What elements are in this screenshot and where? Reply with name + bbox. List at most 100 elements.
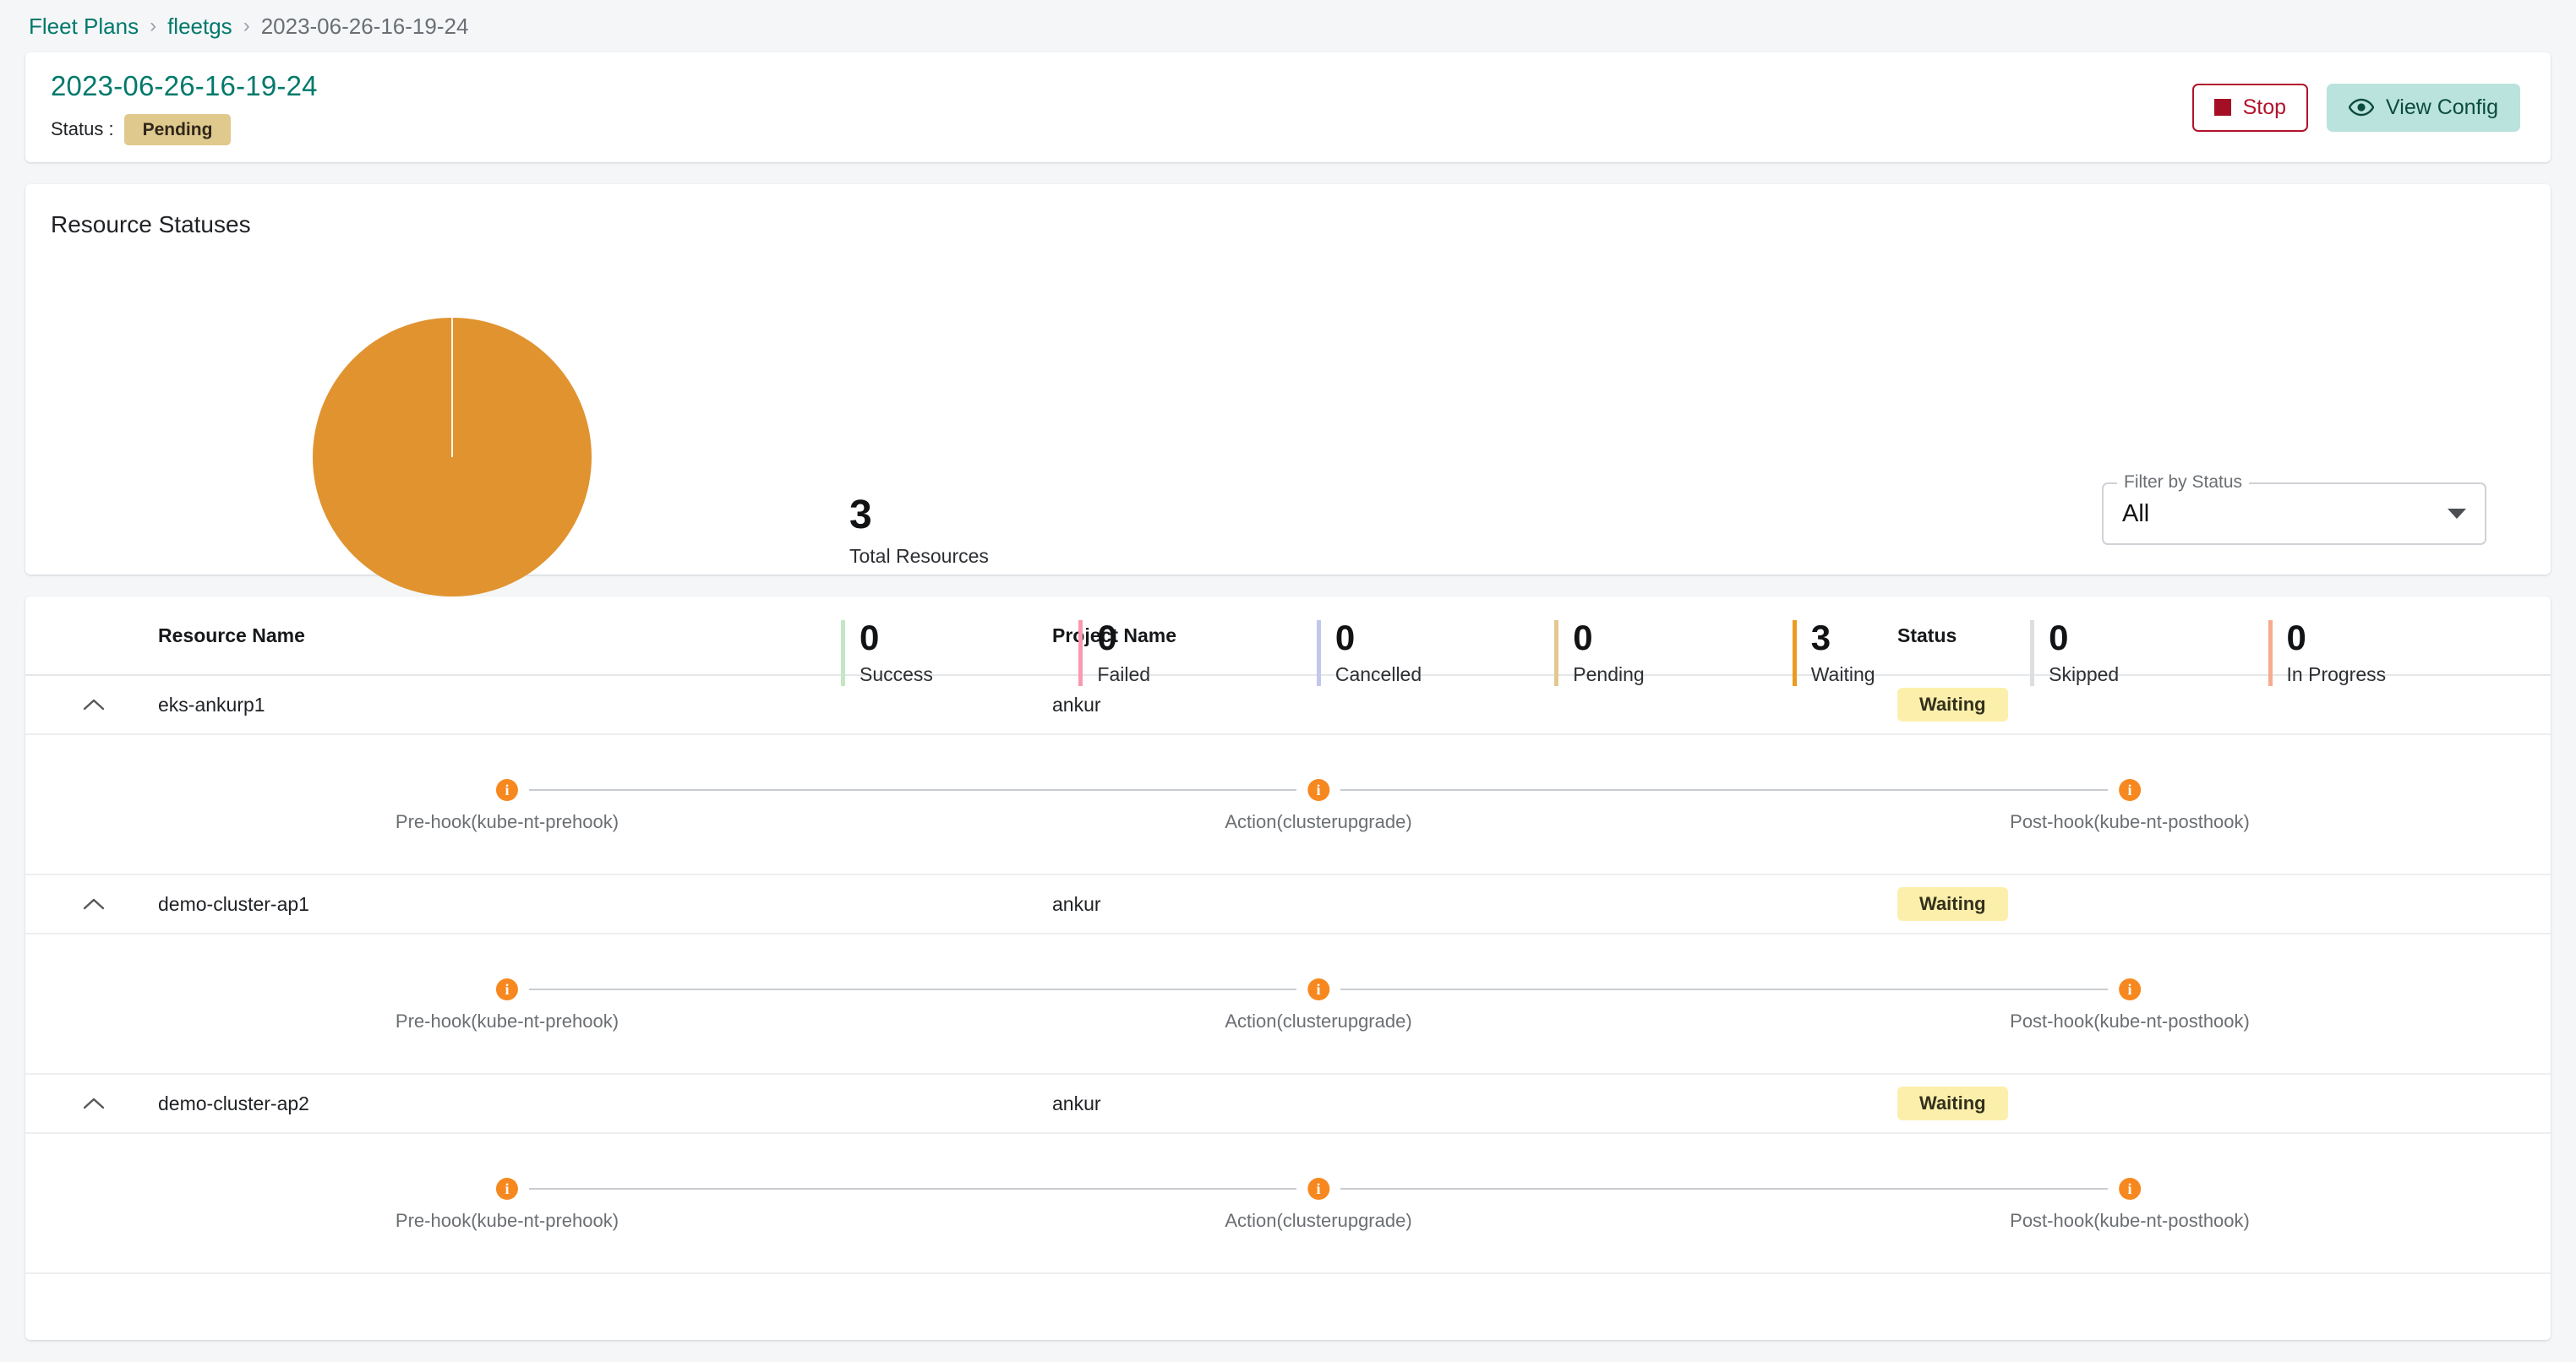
info-icon[interactable]: i xyxy=(495,978,518,1000)
chevron-down-icon[interactable] xyxy=(2448,509,2466,519)
step-connector xyxy=(1340,989,2108,990)
info-icon[interactable]: i xyxy=(1307,978,1329,1000)
expand-collapse-chevron-up-icon[interactable] xyxy=(68,698,120,711)
step-connector xyxy=(529,989,1296,990)
status-counter-cancelled: 0 Cancelled xyxy=(1316,618,1554,686)
stop-button[interactable]: Stop xyxy=(2191,83,2309,132)
table-row[interactable]: demo-cluster-ap1 ankur Waiting xyxy=(25,875,2551,934)
stepper-step-label: Post-hook(kube-nt-posthook) xyxy=(2010,811,2250,832)
filter-by-status-select[interactable]: Filter by Status All xyxy=(2102,472,2486,545)
cell-project-name: ankur xyxy=(1052,892,1101,915)
info-icon[interactable]: i xyxy=(2118,1178,2141,1200)
view-config-button[interactable]: View Config xyxy=(2327,83,2520,132)
cell-resource-name: eks-ankurp1 xyxy=(158,693,265,716)
stepper-step-label: Action(clusterupgrade) xyxy=(1225,1210,1412,1231)
resource-stepper: i Pre-hook(kube-nt-prehook) i Action(cluste… xyxy=(25,1134,2551,1274)
stepper-step-label: Action(clusterupgrade) xyxy=(1225,1011,1412,1032)
stepper-step[interactable]: i Post-hook(kube-nt-posthook) xyxy=(2010,978,2250,1032)
resource-statuses-card: Resource Statuses 3 Total Resources 0 Suc… xyxy=(25,184,2551,686)
step-connector xyxy=(529,789,1296,791)
plan-header-info: 2023-06-26-16-19-24 Status : Pending xyxy=(51,70,318,145)
status-counter-label: Failed xyxy=(1097,663,1151,685)
breadcrumb-separator-icon: › xyxy=(150,14,157,37)
resource-stepper: i Pre-hook(kube-nt-prehook) i Action(cluste… xyxy=(25,934,2551,1075)
stepper-step[interactable]: i Pre-hook(kube-nt-prehook) xyxy=(396,779,619,833)
status-label: Status : xyxy=(51,118,114,139)
stepper-step[interactable]: i Pre-hook(kube-nt-prehook) xyxy=(396,978,619,1032)
status-pie-chart xyxy=(313,318,592,597)
resources-table-card: Resource Name Project Name Status eks-an… xyxy=(25,597,2551,1340)
status-badge: Waiting xyxy=(1897,688,2008,722)
resource-statuses-title: Resource Statuses xyxy=(51,211,251,237)
filter-by-status-value: All xyxy=(2122,499,2150,527)
stepper-step[interactable]: i Post-hook(kube-nt-posthook) xyxy=(2010,779,2250,833)
status-badge: Waiting xyxy=(1897,1087,2008,1120)
plan-status-line: Status : Pending xyxy=(51,113,318,145)
status-badge: Pending xyxy=(123,113,232,145)
stepper-step-label: Action(clusterupgrade) xyxy=(1225,811,1412,832)
stepper-step-label: Post-hook(kube-nt-posthook) xyxy=(2010,1011,2250,1032)
info-icon[interactable]: i xyxy=(1307,1178,1329,1200)
status-counter-in-progress: 0 In Progress xyxy=(2268,620,2506,686)
status-counter-label: Waiting xyxy=(1810,663,1875,685)
status-counter-label: Cancelled xyxy=(1334,663,1422,685)
stop-button-label: Stop xyxy=(2242,95,2287,119)
stepper-step[interactable]: i Action(clusterupgrade) xyxy=(1225,1178,1412,1232)
status-counter-pending: 0 Pending xyxy=(1554,620,1792,686)
resource-stepper: i Pre-hook(kube-nt-prehook) i Action(cluste… xyxy=(25,735,2551,875)
status-counter-value: 3 xyxy=(1810,618,1831,657)
total-resources-summary: 3 Total Resources xyxy=(849,495,989,568)
step-connector xyxy=(529,1188,1296,1190)
filter-by-status: Filter by Status All xyxy=(2102,472,2486,545)
stepper-step-label: Post-hook(kube-nt-posthook) xyxy=(2010,1210,2250,1231)
cell-project-name: ankur xyxy=(1052,1092,1101,1114)
status-counter-label: Skipped xyxy=(2049,663,2120,685)
status-counter-value: 0 xyxy=(1573,618,1593,657)
status-counter-success: 0 Success xyxy=(841,620,1078,686)
status-counter-value: 0 xyxy=(2286,618,2306,657)
status-counter-failed: 0 Failed xyxy=(1078,620,1316,686)
plan-header-card: 2023-06-26-16-19-24 Status : Pending Sto… xyxy=(25,52,2551,162)
step-connector xyxy=(1340,789,2108,791)
breadcrumb-item-current: 2023-06-26-16-19-24 xyxy=(260,13,469,39)
breadcrumb-item-fleetgs[interactable]: fleetgs xyxy=(167,14,232,40)
status-counter-label: Pending xyxy=(1573,663,1645,685)
stepper-step[interactable]: i Action(clusterupgrade) xyxy=(1225,779,1412,833)
stepper-step-label: Pre-hook(kube-nt-prehook) xyxy=(395,1011,619,1032)
status-counter-value: 0 xyxy=(860,618,880,657)
status-counters: 0 Success 0 Failed 0 Cancelled 0 Pending 3 Waitin… xyxy=(841,620,2506,686)
status-counter-label: Success xyxy=(860,663,933,685)
info-icon[interactable]: i xyxy=(1307,779,1329,801)
stepper-step-label: Pre-hook(kube-nt-prehook) xyxy=(395,1210,619,1231)
cell-project-name: ankur xyxy=(1052,693,1101,716)
info-icon[interactable]: i xyxy=(2118,779,2141,801)
page-root: Fleet Plans › fleetgs › 2023-06-26-16-19… xyxy=(0,0,2576,1362)
stepper-step[interactable]: i Action(clusterupgrade) xyxy=(1225,978,1412,1032)
filter-by-status-legend: Filter by Status xyxy=(2117,472,2250,493)
breadcrumb-item-fleet-plans[interactable]: Fleet Plans xyxy=(29,14,139,40)
step-connector xyxy=(1340,1188,2108,1190)
status-badge: Waiting xyxy=(1897,887,2008,921)
stop-square-icon xyxy=(2213,99,2231,116)
info-icon[interactable]: i xyxy=(495,779,518,801)
breadcrumb-separator-icon: › xyxy=(243,14,250,37)
pie-seam xyxy=(451,318,453,457)
info-icon[interactable]: i xyxy=(495,1178,518,1200)
status-counter-value: 0 xyxy=(1334,618,1356,657)
cell-resource-name: demo-cluster-ap1 xyxy=(158,892,309,915)
status-counter-label: In Progress xyxy=(2286,663,2387,685)
info-icon[interactable]: i xyxy=(2118,978,2141,1000)
expand-collapse-chevron-up-icon[interactable] xyxy=(68,897,120,911)
plan-header-actions: Stop View Config xyxy=(2191,83,2520,132)
eye-icon xyxy=(2349,98,2375,117)
stepper-step[interactable]: i Pre-hook(kube-nt-prehook) xyxy=(396,1178,619,1232)
stepper-step-label: Pre-hook(kube-nt-prehook) xyxy=(395,811,619,832)
expand-collapse-chevron-up-icon[interactable] xyxy=(68,1097,120,1110)
stepper-step[interactable]: i Post-hook(kube-nt-posthook) xyxy=(2010,1178,2250,1232)
total-resources-value: 3 xyxy=(849,493,872,537)
table-row[interactable]: demo-cluster-ap2 ankur Waiting xyxy=(25,1075,2551,1134)
page-title: 2023-06-26-16-19-24 xyxy=(51,69,318,101)
total-resources-label: Total Resources xyxy=(849,545,989,567)
view-config-button-label: View Config xyxy=(2386,95,2498,119)
cell-resource-name: demo-cluster-ap2 xyxy=(158,1092,309,1114)
